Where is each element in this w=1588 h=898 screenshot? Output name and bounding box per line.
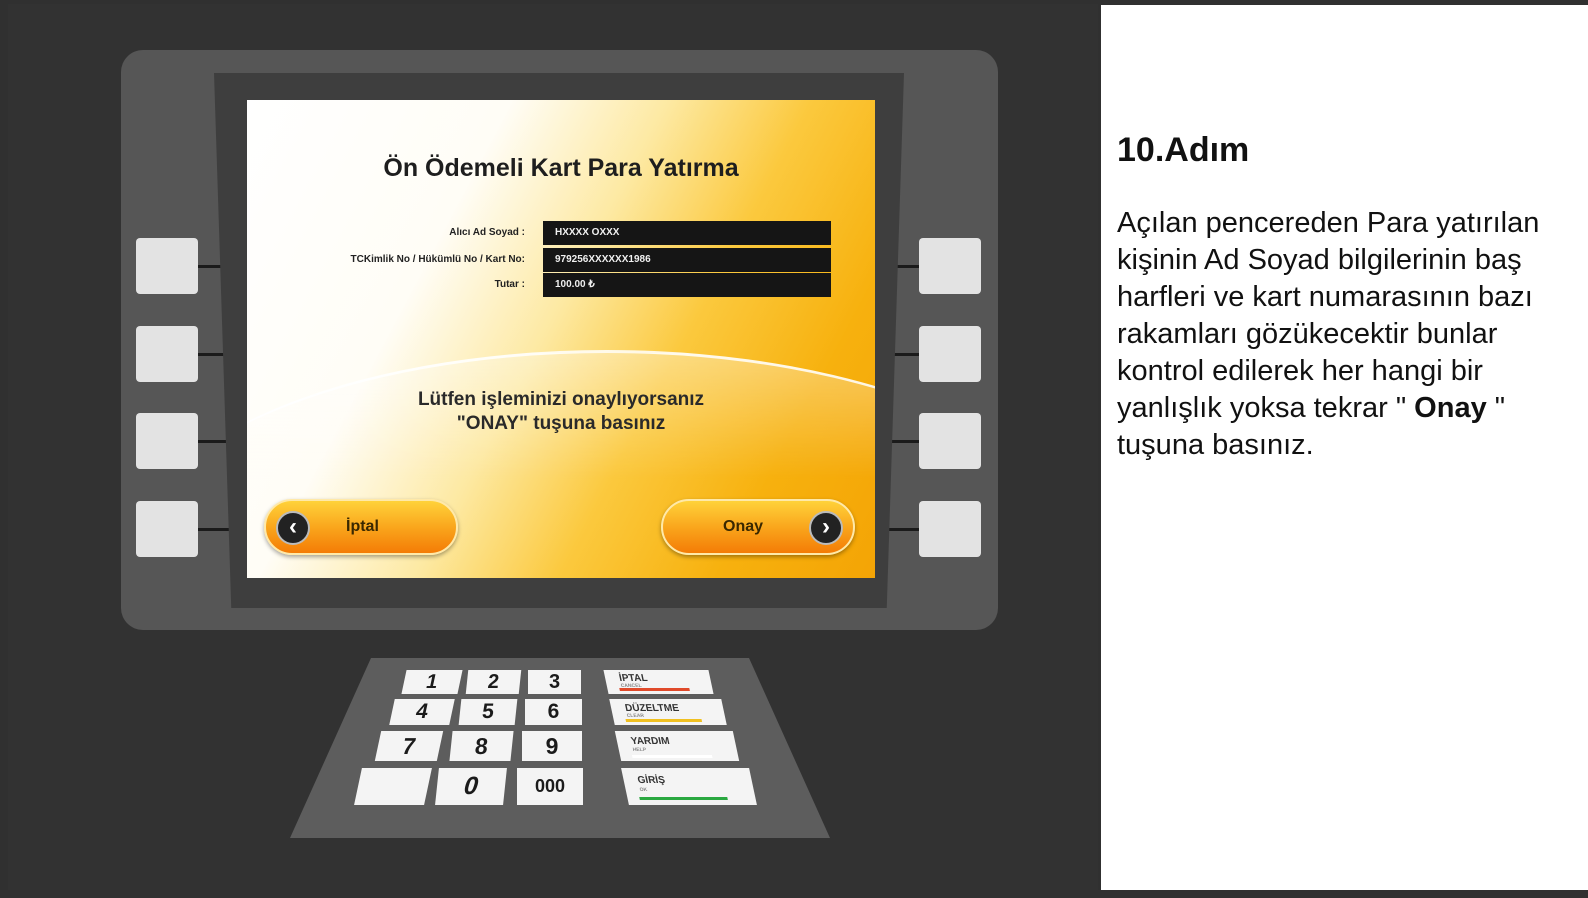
amount-value: 100.00 ₺ [543, 273, 831, 297]
confirm-button[interactable]: Onay › [661, 499, 855, 555]
cancel-button[interactable]: ‹ İptal [264, 499, 458, 555]
amount-label: Tutar : [494, 279, 525, 290]
keypad-key-2[interactable]: 2 [465, 670, 522, 694]
keypad-key-1[interactable]: 1 [401, 670, 463, 694]
keypad-key-000[interactable]: 000 [517, 768, 583, 805]
keypad-enter-key[interactable]: GİRİŞ OK [621, 768, 757, 805]
atm-screen: Ön Ödemeli Kart Para Yatırma Alıcı Ad So… [247, 100, 875, 578]
keypad-key-7[interactable]: 7 [374, 731, 444, 761]
id-number-value: 979256XXXXXX1986 [543, 248, 831, 272]
keypad-key-9[interactable]: 9 [522, 731, 582, 761]
atm-side-button-left-1[interactable] [136, 238, 198, 294]
atm-side-button-left-3[interactable] [136, 413, 198, 469]
atm-side-button-right-2[interactable] [919, 326, 981, 382]
cancel-button-label: İptal [346, 518, 379, 535]
atm-side-button-left-4[interactable] [136, 501, 198, 557]
chevron-left-icon: ‹ [276, 511, 310, 545]
keypad-enter-key-sublabel: OK [639, 787, 648, 793]
confirm-message: Lütfen işleminizi onaylıyorsanız "ONAY" … [247, 388, 875, 436]
keypad-help-key-label: YARDIM [629, 736, 671, 747]
chevron-right-icon: › [809, 511, 843, 545]
keypad-enter-key-label: GİRİŞ [636, 775, 667, 786]
keypad-key-blank[interactable] [354, 768, 432, 805]
atm-side-button-left-2[interactable] [136, 326, 198, 382]
keypad-help-key[interactable]: YARDIM HELP [614, 731, 740, 761]
keypad-clear-key-bar [625, 719, 703, 722]
keypad-key-5[interactable]: 5 [458, 699, 518, 725]
id-number-label: TCKimlik No / Hükümlü No / Kart No: [350, 254, 525, 265]
step-title: 10.Adım [1117, 131, 1250, 169]
screen-title: Ön Ödemeli Kart Para Yatırma [383, 154, 739, 182]
atm-side-button-right-1[interactable] [919, 238, 981, 294]
keypad-key-0[interactable]: 0 [435, 768, 507, 805]
keypad-help-key-sublabel: HELP [632, 747, 647, 753]
keypad-cancel-key-bar [619, 688, 690, 691]
recipient-name-value: HXXXX OXXX [543, 221, 831, 245]
keypad-cancel-key[interactable]: İPTAL CANCEL [603, 670, 714, 694]
step-description: Açılan pencereden Para yatırılan kişinin… [1117, 205, 1577, 464]
keypad-help-key-bar [631, 755, 713, 758]
keypad-key-3[interactable]: 3 [528, 670, 581, 694]
recipient-name-label: Alıcı Ad Soyad : [449, 227, 525, 238]
confirm-message-line-2: "ONAY" tuşuna basınız [456, 413, 666, 434]
keypad-clear-key[interactable]: DÜZELTME CLEAR [609, 699, 727, 725]
keypad-enter-key-bar [639, 797, 728, 800]
atm-side-button-right-4[interactable] [919, 501, 981, 557]
instruction-panel: 10.Adım Açılan pencereden Para yatırılan… [1101, 5, 1588, 890]
keypad-key-8[interactable]: 8 [449, 731, 514, 761]
keypad-key-6[interactable]: 6 [525, 699, 582, 725]
step-description-bold: Onay [1414, 392, 1487, 424]
keypad-key-4[interactable]: 4 [389, 699, 455, 725]
confirm-message-line-1: Lütfen işleminizi onaylıyorsanız [417, 389, 705, 410]
confirm-button-label: Onay [723, 518, 764, 535]
atm-side-button-right-3[interactable] [919, 413, 981, 469]
